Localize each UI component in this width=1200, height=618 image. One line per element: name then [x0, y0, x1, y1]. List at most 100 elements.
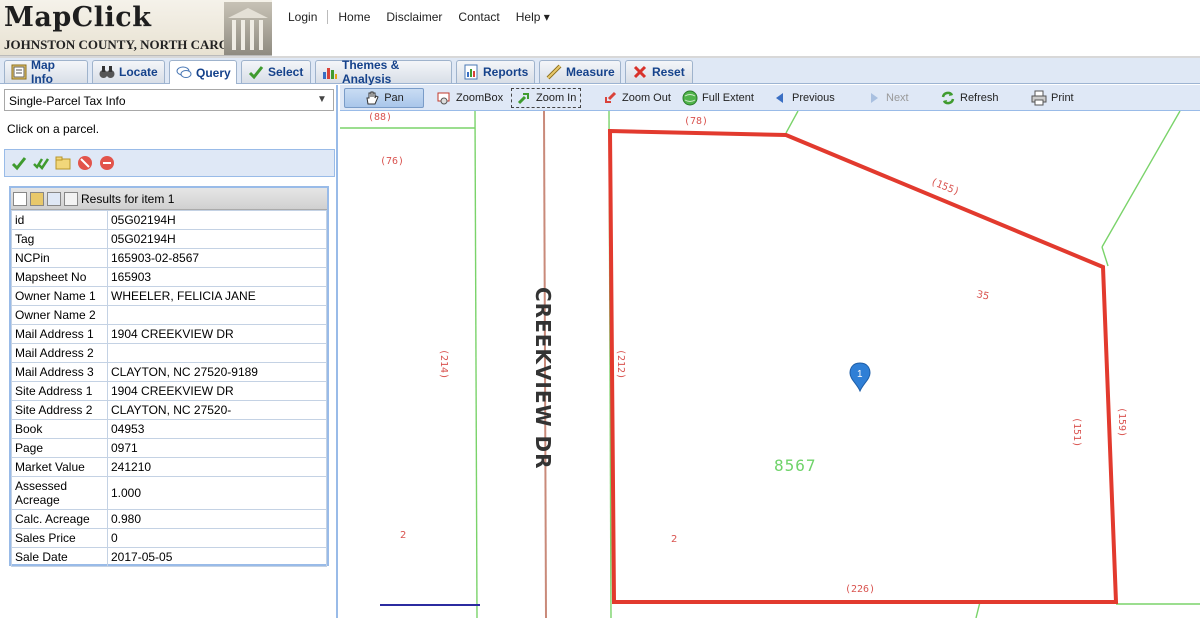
tab-locate[interactable]: Locate	[92, 60, 165, 83]
select-all-checkbox[interactable]	[13, 191, 27, 206]
zoom-in-button[interactable]: Zoom In	[511, 88, 582, 108]
help-menu[interactable]: Help ▾	[508, 10, 558, 24]
attribute-key: Owner Name 2	[11, 305, 108, 325]
map-toolbar: Pan ZoomBox Zoom In Zoom Out Full Extent…	[340, 85, 1200, 111]
export-icon[interactable]	[47, 191, 61, 206]
dimension-label: (214)	[438, 349, 449, 379]
tab-label: Map Info	[31, 58, 55, 86]
attribute-key: Sales Price	[11, 528, 108, 548]
zoom-to-icon[interactable]	[30, 191, 44, 206]
results-header: Results for item 1	[11, 188, 327, 210]
tab-themes-analysis[interactable]: Themes & Analysis	[315, 58, 452, 86]
print-button[interactable]: Print	[1027, 88, 1078, 108]
tab-label: Measure	[566, 65, 615, 79]
table-row: Page 0971	[11, 438, 327, 458]
pan-label: Pan	[384, 92, 404, 104]
attribute-key: Market Value	[11, 457, 108, 477]
attribute-key: Calc. Acreage	[11, 509, 108, 529]
mapclick-logo[interactable]: MapClick JOHNSTON COUNTY, NORTH CAROLINA	[0, 0, 272, 56]
table-row: Book 04953	[11, 419, 327, 439]
window-icon[interactable]	[64, 191, 78, 206]
table-row: Mail Address 1 1904 CREEKVIEW DR	[11, 324, 327, 344]
attribute-value: 2017-05-05	[107, 547, 327, 567]
check-icon[interactable]	[11, 155, 27, 171]
arrow-left-icon	[772, 90, 788, 106]
nav-divider	[327, 10, 329, 24]
table-row: Tag 05G02194H	[11, 229, 327, 249]
hand-icon	[364, 90, 380, 106]
tab-label: Locate	[119, 65, 158, 79]
attribute-value: 1904 CREEKVIEW DR	[107, 324, 327, 344]
contact-link[interactable]: Contact	[450, 10, 507, 24]
tab-map-info[interactable]: Map Info	[4, 58, 88, 86]
attribute-key: Book	[11, 419, 108, 439]
arrow-right-icon	[866, 90, 882, 106]
tab-select[interactable]: Select	[241, 60, 311, 83]
table-row: Market Value 241210	[11, 457, 327, 477]
map-canvas[interactable]: CREEKVIEW DR 8567 35 2 2 (88) (76) (214)…	[340, 111, 1200, 618]
table-row: Site Address 1 1904 CREEKVIEW DR	[11, 381, 327, 401]
tab-label: Themes & Analysis	[342, 58, 400, 86]
attribute-key: id	[11, 210, 108, 230]
chevron-down-icon[interactable]: ▼	[315, 93, 329, 107]
parcel-number-label: 8567	[774, 456, 817, 475]
attribute-value: 241210	[107, 457, 327, 477]
tab-label: Reset	[652, 65, 685, 79]
checkmark-icon	[248, 64, 264, 80]
logo-title: MapClick	[4, 2, 152, 33]
marker-label: 1	[857, 369, 863, 380]
table-row: Sales Price 0	[11, 528, 327, 548]
attribute-value	[107, 343, 327, 363]
attribute-value: 04953	[107, 419, 327, 439]
attribute-value: 05G02194H	[107, 229, 327, 249]
refresh-label: Refresh	[960, 92, 999, 104]
previous-button[interactable]: Previous	[768, 88, 839, 108]
attribute-value: 05G02194H	[107, 210, 327, 230]
red-x-icon	[632, 64, 648, 80]
globe-icon	[682, 90, 698, 106]
zoom-out-button[interactable]: Zoom Out	[598, 88, 675, 108]
zoombox-button[interactable]: ZoomBox	[432, 88, 507, 108]
results-panel: Results for item 1 id 05G02194H Tag 05G0219…	[9, 186, 329, 567]
attribute-value: 1904 CREEKVIEW DR	[107, 381, 327, 401]
attribute-value: CLAYTON, NC 27520-	[107, 400, 327, 420]
next-button[interactable]: Next	[862, 88, 913, 108]
login-link[interactable]: Login	[280, 10, 325, 24]
map-info-icon	[11, 64, 27, 80]
disclaimer-link[interactable]: Disclaimer	[378, 10, 450, 24]
attribute-key: NCPin	[11, 248, 108, 268]
attribute-value: 165903	[107, 267, 327, 287]
table-row: Assessed Acreage 1.000	[11, 476, 327, 510]
check-multiple-icon[interactable]	[33, 155, 50, 171]
tab-reset[interactable]: Reset	[625, 60, 693, 83]
refresh-button[interactable]: Refresh	[936, 88, 1003, 108]
dimension-label: (159)	[1116, 407, 1127, 437]
tab-measure[interactable]: Measure	[539, 60, 621, 83]
tab-query[interactable]: Query	[169, 60, 237, 84]
full-extent-button[interactable]: Full Extent	[678, 88, 758, 108]
results-title: Results for item 1	[81, 191, 175, 206]
pan-button[interactable]: Pan	[344, 88, 424, 108]
attribute-value: 165903-02-8567	[107, 248, 327, 268]
attribute-value: CLAYTON, NC 27520-9189	[107, 362, 327, 382]
query-instructions: Click on a parcel.	[7, 122, 100, 136]
attribute-key: Site Address 1	[11, 381, 108, 401]
binoculars-icon	[99, 64, 115, 80]
result-marker[interactable]: 1	[849, 362, 871, 393]
zoombox-label: ZoomBox	[456, 92, 504, 104]
table-row: Mail Address 3 CLAYTON, NC 27520-9189	[11, 362, 327, 382]
home-link[interactable]: Home	[330, 10, 378, 24]
query-type-select[interactable]: Single-Parcel Tax Info ▼	[4, 89, 334, 111]
table-row: id 05G02194H	[11, 210, 327, 230]
lot-label: 2	[671, 534, 677, 545]
tab-reports[interactable]: Reports	[456, 60, 535, 83]
table-row: Owner Name 2	[11, 305, 327, 325]
attribute-key: Mapsheet No	[11, 267, 108, 287]
clear-selection-icon[interactable]	[77, 155, 93, 171]
street-label: CREEKVIEW DR	[531, 287, 555, 470]
zoom-out-label: Zoom Out	[622, 92, 671, 104]
main-tabs: Map Info Locate Query Select Themes & An…	[0, 58, 1200, 86]
remove-icon[interactable]	[99, 155, 115, 171]
folder-icon[interactable]	[55, 155, 71, 171]
zoombox-icon	[436, 90, 452, 106]
